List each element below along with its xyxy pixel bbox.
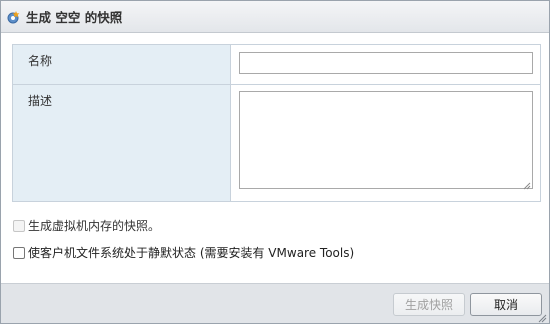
snapshot-icon [7,10,21,24]
take-snapshot-button[interactable]: 生成快照 [393,293,465,316]
dialog-title: 生成 空空 的快照 [26,10,123,25]
name-row: 名称 [13,45,540,85]
cancel-button[interactable]: 取消 [470,293,542,316]
name-input[interactable] [239,52,533,74]
memory-snapshot-option: 生成虚拟机内存的快照。 [13,217,160,234]
quiesce-checkbox[interactable] [13,246,25,259]
dialog-resize-grip-icon[interactable] [538,312,547,323]
quiesce-option[interactable]: 使客户机文件系统处于静默状态 (需要安装有 VMware Tools) [13,244,354,261]
description-row: 描述 [13,85,540,201]
name-label: 名称 [13,45,231,84]
memory-snapshot-checkbox [13,219,25,232]
dialog-footer: 生成快照 取消 [1,283,549,323]
memory-snapshot-label: 生成虚拟机内存的快照。 [28,219,161,233]
description-textarea[interactable] [239,91,533,190]
snapshot-form: 名称 描述 [12,44,541,202]
resize-grip-icon[interactable] [523,179,531,190]
snapshot-dialog: 生成 空空 的快照 名称 描述 生成虚拟机内存的快照。 使客户机文件系统处于静默… [0,0,550,324]
dialog-titlebar[interactable]: 生成 空空 的快照 [1,1,549,33]
quiesce-label[interactable]: 使客户机文件系统处于静默状态 (需要安装有 VMware Tools) [28,244,354,261]
description-label: 描述 [13,85,231,201]
